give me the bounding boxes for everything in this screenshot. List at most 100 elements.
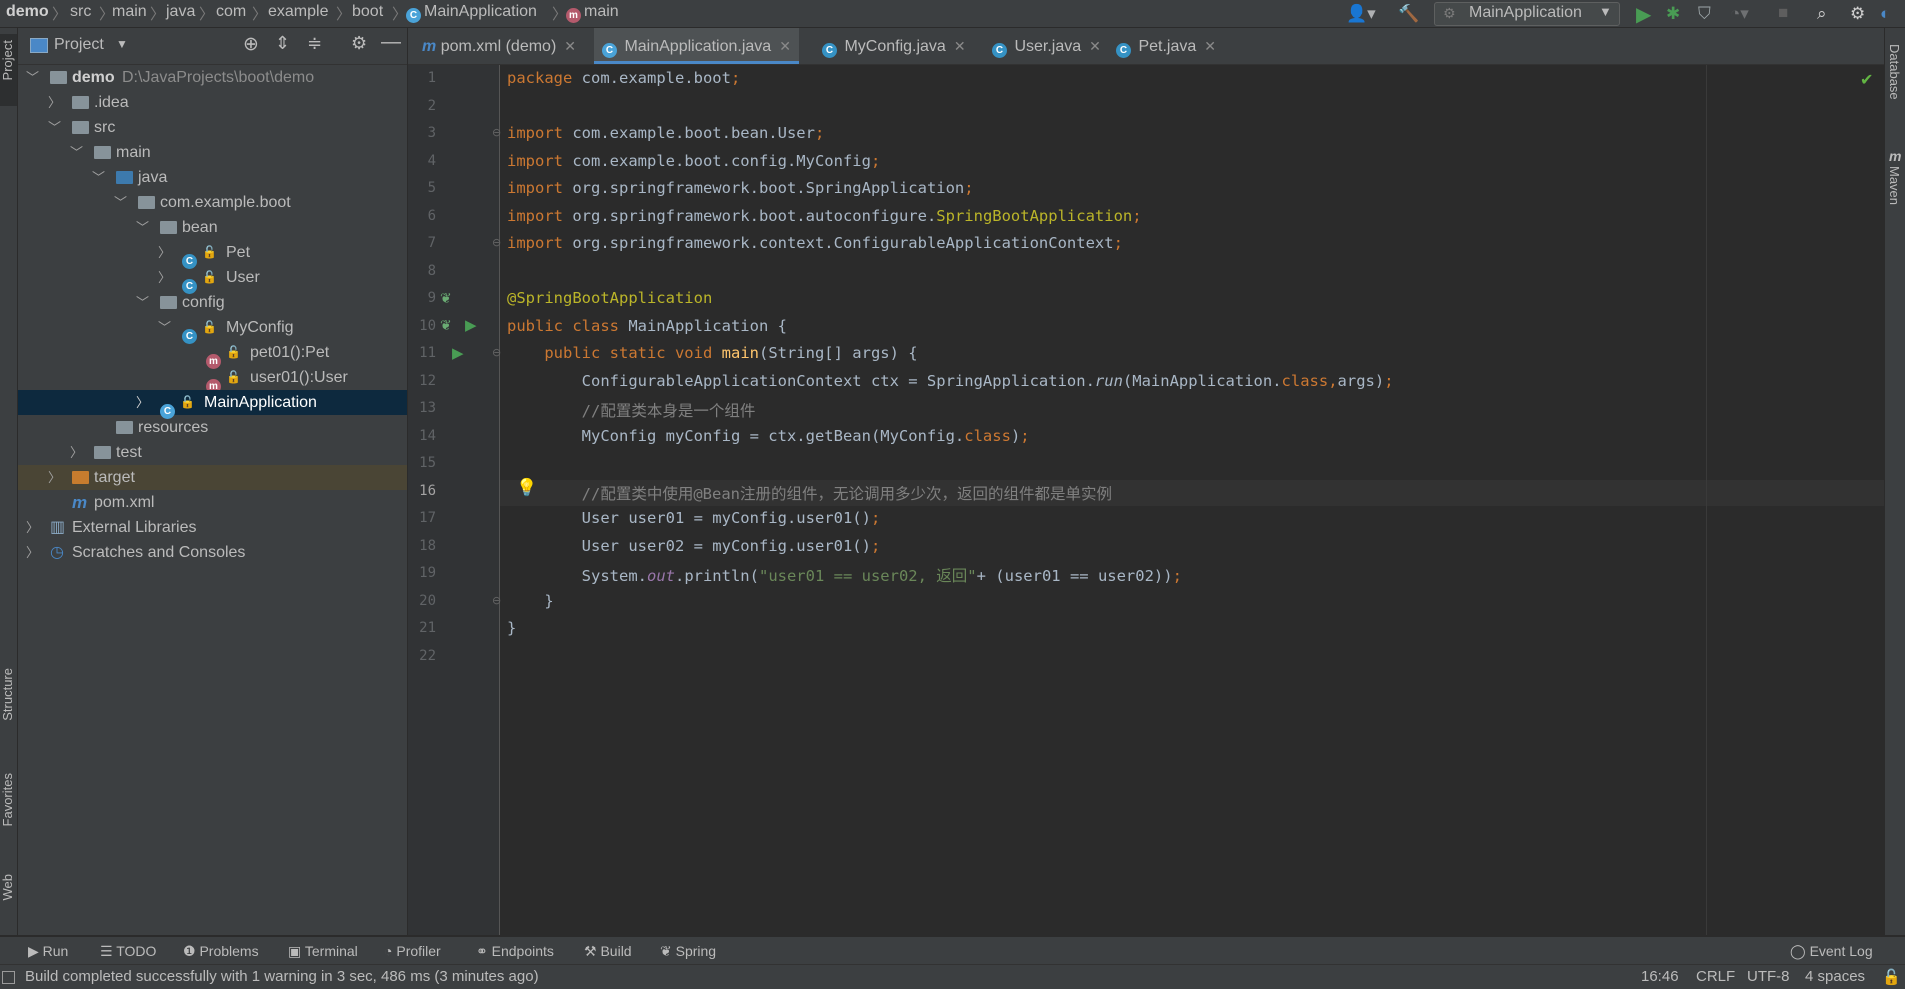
chevron-down-icon[interactable]: ﹀: [136, 290, 149, 315]
terminal-tool-tab[interactable]: ▣ Terminal: [288, 943, 358, 960]
tree-item-com-example-boot[interactable]: ﹀ com.example.boot: [18, 190, 407, 215]
breadcrumb-com[interactable]: com: [216, 3, 246, 21]
chevron-right-icon[interactable]: 〉: [70, 440, 83, 465]
chevron-down-icon[interactable]: ﹀: [70, 140, 83, 165]
chevron-right-icon[interactable]: 〉: [158, 265, 171, 290]
favorites-tool-tab[interactable]: Favorites: [0, 773, 15, 826]
chevron-right-icon[interactable]: 〉: [158, 240, 171, 265]
tree-item-myconfig[interactable]: ﹀ C 🔓 MyConfig: [18, 315, 407, 344]
file-encoding[interactable]: UTF-8: [1747, 968, 1790, 985]
spring-bean-icon[interactable]: ❦: [440, 290, 452, 307]
chevron-right-icon[interactable]: 〉: [26, 540, 39, 565]
coverage-shield-icon[interactable]: ⛉: [1698, 4, 1711, 24]
debug-bug-icon[interactable]: ✱: [1666, 4, 1680, 24]
run-configuration-select[interactable]: ⚙ MainApplication ▼: [1434, 2, 1620, 26]
caret-position[interactable]: 16:46: [1641, 968, 1679, 985]
tab-user-java[interactable]: C User.java ✕: [986, 28, 1107, 64]
tree-item-resources[interactable]: resources: [18, 415, 407, 440]
tree-item-scratches[interactable]: 〉 ◷ Scratches and Consoles: [18, 540, 407, 565]
tree-item-bean[interactable]: ﹀ bean: [18, 215, 407, 240]
chevron-down-icon[interactable]: ﹀: [92, 165, 105, 190]
todo-tool-tab[interactable]: ☰ TODO: [100, 943, 156, 960]
search-icon[interactable]: ⌕: [1817, 4, 1827, 24]
tree-item-java[interactable]: ﹀ java: [18, 165, 407, 190]
expand-all-icon[interactable]: ⇕: [275, 33, 290, 54]
line-separator[interactable]: CRLF: [1696, 968, 1735, 985]
tree-item-pom-xml[interactable]: m pom.xml: [18, 490, 407, 515]
spring-tool-tab[interactable]: ❦ Spring: [660, 943, 716, 960]
database-tool-tab[interactable]: Database: [1887, 44, 1902, 100]
tree-item-target[interactable]: 〉 target: [18, 465, 407, 490]
user-account-icon[interactable]: 👤▾: [1346, 4, 1376, 24]
close-icon[interactable]: ✕: [1204, 38, 1216, 54]
run-icon[interactable]: ▶: [1636, 2, 1651, 27]
tree-item-main[interactable]: ﹀ main: [18, 140, 407, 165]
hide-panel-icon[interactable]: —: [381, 31, 401, 54]
structure-tool-tab[interactable]: Structure: [0, 668, 15, 721]
tree-item-mainapplication[interactable]: 〉 C 🔓 MainApplication: [18, 390, 407, 419]
collapse-all-icon[interactable]: ≑: [307, 33, 322, 54]
maven-tool-tab[interactable]: Maven: [1887, 166, 1902, 205]
inspection-ok-icon[interactable]: ✔: [1860, 70, 1873, 90]
spring-bean-icon[interactable]: ❦: [440, 317, 452, 334]
chevron-down-icon[interactable]: ﹀: [26, 65, 39, 90]
tab-myconfig-java[interactable]: C MyConfig.java ✕: [816, 28, 972, 64]
lock-icon[interactable]: 🔓: [1882, 968, 1901, 986]
tree-item-user[interactable]: 〉 C 🔓 User: [18, 265, 407, 294]
breadcrumb-boot[interactable]: boot: [352, 3, 383, 21]
breadcrumb-main[interactable]: main: [112, 3, 147, 21]
profile-icon[interactable]: ◔▾: [1730, 4, 1749, 24]
build-tool-tab[interactable]: ⚒ Build: [584, 943, 632, 960]
indent-setting[interactable]: 4 spaces: [1805, 968, 1865, 985]
breadcrumb-java[interactable]: java: [166, 3, 195, 21]
chevron-down-icon[interactable]: ﹀: [158, 315, 171, 340]
locate-file-icon[interactable]: ⊕: [243, 33, 259, 56]
run-gutter-icon[interactable]: ▶: [452, 344, 464, 362]
tab-pom-xml[interactable]: m pom.xml (demo) ✕: [416, 28, 582, 64]
fold-icon[interactable]: ⊖: [492, 126, 501, 139]
problems-tool-tab[interactable]: ❶ Problems: [183, 943, 259, 960]
run-gutter-icon[interactable]: ▶: [465, 316, 477, 334]
close-icon[interactable]: ✕: [779, 38, 791, 54]
tree-item-src[interactable]: ﹀ src: [18, 115, 407, 140]
tree-item-pet[interactable]: 〉 C 🔓 Pet: [18, 240, 407, 269]
fold-icon[interactable]: ⊖: [492, 346, 501, 359]
tree-item-pet01[interactable]: m 🔓 pet01():Pet: [18, 340, 407, 369]
breadcrumb-demo[interactable]: demo: [6, 3, 49, 21]
tree-item-idea[interactable]: 〉 .idea: [18, 90, 407, 115]
breadcrumb-example[interactable]: example: [268, 3, 328, 21]
tree-item-user01[interactable]: m 🔓 user01():User: [18, 365, 407, 394]
run-tool-tab[interactable]: ▶ Run: [28, 943, 68, 960]
chevron-right-icon[interactable]: 〉: [48, 90, 61, 115]
tab-pet-java[interactable]: C Pet.java ✕: [1110, 28, 1222, 64]
tree-item-config[interactable]: ﹀ config: [18, 290, 407, 315]
web-tool-tab[interactable]: Web: [0, 874, 15, 901]
profiler-tool-tab[interactable]: ◔ Profiler: [384, 943, 441, 959]
gear-icon[interactable]: ⚙: [351, 33, 367, 54]
build-hammer-icon[interactable]: 🔨: [1398, 4, 1419, 24]
endpoints-tool-tab[interactable]: ⚭ Endpoints: [476, 943, 554, 960]
tree-item-test[interactable]: 〉 test: [18, 440, 407, 465]
breadcrumb-src[interactable]: src: [70, 3, 91, 21]
breadcrumb-main-method[interactable]: m main: [566, 3, 619, 23]
chevron-right-icon[interactable]: 〉: [48, 465, 61, 490]
event-log-tab[interactable]: ◯ Event Log: [1790, 943, 1873, 960]
tree-item-external-libraries[interactable]: 〉 ▥ External Libraries: [18, 515, 407, 540]
tool-window-toggle-icon[interactable]: [2, 971, 15, 984]
fold-icon[interactable]: ⊖: [492, 236, 501, 249]
breadcrumb-mainapplication[interactable]: C MainApplication: [406, 3, 537, 23]
status-message[interactable]: Build completed successfully with 1 warn…: [25, 968, 539, 985]
stop-icon[interactable]: ■: [1778, 3, 1788, 23]
project-tool-tab[interactable]: Project: [0, 34, 17, 106]
chevron-down-icon[interactable]: ﹀: [114, 190, 127, 215]
tree-item-demo[interactable]: ﹀ demo D:\JavaProjects\boot\demo: [18, 65, 407, 90]
chevron-down-icon[interactable]: ﹀: [136, 215, 149, 240]
chevron-right-icon[interactable]: 〉: [26, 515, 39, 540]
fold-icon[interactable]: ⊖: [492, 594, 501, 607]
close-icon[interactable]: ✕: [954, 38, 966, 54]
ide-update-icon[interactable]: ◐: [1880, 4, 1890, 24]
project-view-title[interactable]: Project: [54, 36, 104, 54]
tab-mainapplication-java[interactable]: C MainApplication.java ✕: [594, 28, 799, 64]
close-icon[interactable]: ✕: [1089, 38, 1101, 54]
chevron-down-icon[interactable]: ﹀: [48, 115, 61, 140]
